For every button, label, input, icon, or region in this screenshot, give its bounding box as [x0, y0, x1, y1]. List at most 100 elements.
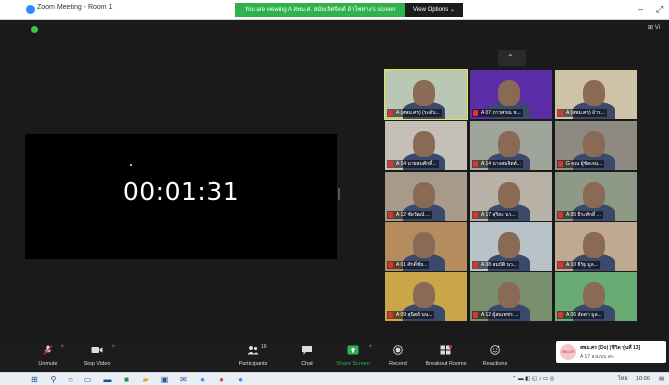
breakout-rooms-label: Breakout Rooms — [425, 361, 467, 367]
fullscreen-button[interactable]: ⤢ — [656, 3, 663, 15]
notification-sender: สพม.ศร (Do) [ชีวิต รุ่นที่ 13] — [580, 345, 641, 351]
minimize-button[interactable]: – — [638, 3, 643, 15]
participants-label: Participants — [238, 361, 268, 367]
participant-tile[interactable]: A (สพม.ศร) (ระดับ... — [384, 69, 468, 120]
muted-mic-icon — [558, 312, 563, 318]
muted-mic-icon — [388, 161, 393, 167]
participant-name: A 05 ธีระศักดิ์ ... — [557, 211, 603, 219]
participant-tile[interactable]: A 01 ศักดิ์ชัย... — [385, 222, 467, 271]
participant-tile[interactable]: A 12 ชัยวัฒน์ ... — [385, 172, 467, 221]
participant-name: A (สพม.ศร) อ้าร... — [557, 109, 607, 117]
system-tray-icons[interactable]: ⌃ ▬ ◧ ◱ ♪ ▭ ◎ — [512, 375, 554, 384]
participant-tile[interactable]: A 08 สมบัติ นว... — [470, 222, 552, 271]
stop-video-label: Stop Video — [83, 361, 111, 367]
participant-head — [413, 282, 435, 308]
app-icon[interactable]: ■ — [122, 375, 131, 384]
participant-name: A 01 ศักดิ์ชัย... — [387, 261, 430, 269]
participant-head — [498, 131, 520, 157]
notification-message: A 17 ลงแบบ ค่ะ — [580, 354, 614, 360]
search-icon[interactable]: ⚲ — [49, 375, 58, 384]
store-icon[interactable]: ▣ — [160, 375, 169, 384]
participant-head — [413, 232, 435, 258]
participant-head — [583, 182, 605, 208]
file-explorer-icon[interactable]: ▬ — [103, 375, 112, 384]
record-icon — [393, 345, 403, 355]
participant-name: G คุณ ผู้ชัดเจน... — [557, 160, 605, 168]
participant-head — [583, 282, 605, 308]
participant-name: A 12 ชัยวัฒน์ ... — [387, 211, 433, 219]
share-screen-label: Share Screen — [336, 361, 370, 367]
participant-tile[interactable]: G คุณ ผู้ชัดเจน... — [555, 121, 637, 170]
chrome-icon[interactable]: ● — [217, 375, 226, 384]
chat-notification[interactable]: สพม.ศร สพม.ศร (Do) [ชีวิต รุ่นที่ 13] A … — [556, 341, 666, 363]
reactions-button[interactable]: Reactions — [478, 339, 512, 372]
stop-video-button[interactable]: ^ Stop Video — [76, 339, 118, 372]
participant-tile[interactable]: A 14 นางสมจิตต์... — [470, 121, 552, 170]
chat-bubble-icon — [302, 346, 312, 355]
participant-tile[interactable]: A 09 สุนิตย์ นน... — [385, 272, 467, 321]
unmute-button[interactable]: ^ Unmute — [28, 339, 68, 372]
participant-head — [498, 282, 520, 308]
share-screen-button[interactable]: ^ Share Screen — [332, 339, 374, 372]
muted-mic-icon — [558, 161, 563, 167]
folder-icon[interactable]: ▰ — [141, 375, 150, 384]
muted-mic-icon — [473, 212, 478, 218]
participant-tile[interactable]: A 17 สุริยะ นว... — [470, 172, 552, 221]
task-view-icon[interactable]: ▭ — [83, 375, 92, 384]
input-language[interactable]: ไทย — [618, 375, 628, 384]
zoom-meeting-window: Zoom Meeting - Room 1 You are viewing A … — [0, 0, 669, 385]
muted-mic-icon — [473, 161, 478, 167]
windows-start-icon[interactable]: ⊞ — [30, 375, 39, 384]
participant-tile[interactable]: A 12 ผู้สมเพชร ... — [470, 272, 552, 321]
taskbar-clock[interactable]: 10:00 — [636, 375, 650, 384]
participant-tile[interactable]: A 10 ธีรัฐ มูล... — [555, 222, 637, 271]
chat-label: Chat — [301, 361, 313, 367]
reactions-smiley-icon — [490, 345, 500, 355]
gallery-view-button[interactable]: ⊞ Vi — [648, 24, 660, 31]
notification-center-icon[interactable]: ▤ — [659, 375, 664, 384]
cortana-icon[interactable]: ○ — [66, 375, 75, 384]
chevron-up-icon: ⌃ — [507, 53, 514, 62]
participant-head — [498, 182, 520, 208]
countdown-timer: 00:01:31 — [122, 177, 240, 206]
reactions-label: Reactions — [482, 361, 508, 367]
edge-icon[interactable]: ● — [198, 375, 207, 384]
video-camera-icon — [91, 347, 103, 353]
participant-tile[interactable]: A 07 ภาวศรณ ห... — [470, 70, 552, 119]
screen-cursor-dot — [130, 164, 132, 166]
window-title: Zoom Meeting - Room 1 — [37, 4, 113, 11]
zoom-taskbar-icon[interactable]: ● — [236, 375, 245, 384]
participant-name: A 06 ลัดดา มูล... — [557, 311, 604, 319]
windows-taskbar: ⊞ ⚲ ○ ▭ ▬ ■ ▰ ▣ ✉ ● ● ● ⌃ ▬ ◧ ◱ ♪ ▭ ◎ ไท… — [0, 372, 669, 385]
participant-head — [498, 80, 520, 106]
viewing-screen-banner: You are viewing A สพม.ศ. สมัยเลิศจิตต์ อ… — [235, 3, 405, 17]
participant-head — [498, 232, 520, 258]
participant-tile[interactable]: A 06 ลัดดา มูล... — [555, 272, 637, 321]
participant-head — [413, 131, 435, 157]
breakout-rooms-icon — [440, 345, 452, 355]
video-options-caret[interactable]: ^ — [112, 345, 115, 351]
participant-name: A 09 สุนิตย์ นน... — [387, 311, 435, 319]
participant-tile[interactable]: A (สพม.ศร) อ้าร... — [555, 70, 637, 119]
share-options-caret[interactable]: ^ — [369, 345, 372, 351]
unmute-label: Unmute — [38, 361, 58, 367]
participants-button[interactable]: 19 Participants — [233, 339, 273, 372]
security-shield-icon[interactable] — [31, 26, 38, 33]
audio-options-caret[interactable]: ^ — [61, 345, 64, 351]
participant-name: A 12 ผู้สมเพชร ... — [472, 311, 521, 319]
microphone-muted-icon — [43, 345, 53, 355]
participant-tile[interactable]: A 05 ธีระศักดิ์ ... — [555, 172, 637, 221]
participant-name: A 10 ธีรัฐ มูล... — [557, 261, 600, 269]
view-options-button[interactable]: View Options ⌄ — [405, 3, 463, 17]
chat-button[interactable]: Chat — [290, 339, 324, 372]
record-button[interactable]: Record — [382, 339, 414, 372]
collapse-gallery-button[interactable]: ⌃ — [498, 50, 526, 66]
breakout-rooms-button[interactable]: Breakout Rooms — [420, 339, 472, 372]
shared-screen: 00:01:31 — [25, 134, 337, 259]
participant-name: A 17 สุริยะ นว... — [472, 211, 518, 219]
title-bar: Zoom Meeting - Room 1 You are viewing A … — [0, 0, 669, 20]
participant-tile[interactable]: A 14 นายสมศักดิ์... — [385, 121, 467, 170]
splitter-handle[interactable] — [338, 188, 340, 200]
participant-head — [583, 80, 605, 106]
mail-icon[interactable]: ✉ — [179, 375, 188, 384]
